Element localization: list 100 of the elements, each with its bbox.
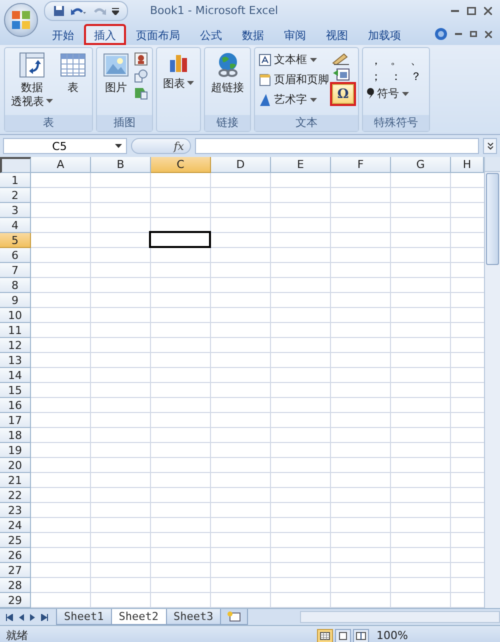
- row-header[interactable]: 15: [0, 383, 31, 398]
- cell-grid[interactable]: [31, 173, 484, 608]
- vertical-scrollbar[interactable]: [484, 157, 500, 608]
- row-header[interactable]: 21: [0, 473, 31, 488]
- column-header[interactable]: G: [391, 157, 451, 173]
- formula-input[interactable]: [195, 138, 479, 154]
- sheet-tab[interactable]: Sheet1: [56, 609, 112, 625]
- row-header[interactable]: 9: [0, 293, 31, 308]
- row-header[interactable]: 22: [0, 488, 31, 503]
- insert-function-button[interactable]: fx: [131, 138, 191, 154]
- row-header[interactable]: 11: [0, 323, 31, 338]
- ribbon-button[interactable]: 文本框: [259, 52, 329, 67]
- ribbon-tab[interactable]: 审阅: [274, 24, 316, 45]
- row-header[interactable]: 26: [0, 548, 31, 563]
- group-label: 链接: [216, 116, 238, 129]
- row-header[interactable]: 3: [0, 203, 31, 218]
- horizontal-scrollbar[interactable]: [300, 611, 500, 623]
- row-header[interactable]: 10: [0, 308, 31, 323]
- row-header[interactable]: 7: [0, 263, 31, 278]
- column-header[interactable]: F: [331, 157, 391, 173]
- ribbon-button[interactable]: 图片: [101, 50, 131, 115]
- symbol-button[interactable]: Ω: [332, 84, 354, 104]
- row-header[interactable]: 6: [0, 248, 31, 263]
- dropdown-caret-icon: [310, 58, 317, 62]
- column-header[interactable]: A: [31, 157, 91, 173]
- symbol-menu-button[interactable]: 符号: [367, 86, 425, 101]
- symbol-button[interactable]: 。: [387, 52, 405, 68]
- row-header[interactable]: 5: [0, 233, 31, 248]
- row-header[interactable]: 28: [0, 578, 31, 593]
- row-header[interactable]: 14: [0, 368, 31, 383]
- ribbon-tab[interactable]: 加载项: [358, 24, 411, 45]
- view-button[interactable]: [334, 628, 351, 642]
- row-header[interactable]: 1: [0, 173, 31, 188]
- ribbon-button[interactable]: 表: [58, 50, 88, 115]
- ribbon-tab[interactable]: 公式: [190, 24, 232, 45]
- view-button[interactable]: [316, 628, 333, 642]
- sheet-tab[interactable]: Sheet2: [110, 609, 166, 625]
- symbol-button[interactable]: ；: [367, 68, 385, 84]
- ribbon-button[interactable]: 数据 透视表: [9, 50, 55, 115]
- ribbon-button[interactable]: 页眉和页脚: [259, 72, 329, 87]
- dropdown-caret-icon: [46, 98, 53, 102]
- close-button[interactable]: [485, 30, 492, 38]
- row-header[interactable]: 18: [0, 428, 31, 443]
- row-header[interactable]: 4: [0, 218, 31, 233]
- ribbon-button[interactable]: 超链接: [209, 50, 246, 115]
- ribbon-icon-button[interactable]: [134, 52, 148, 66]
- row-header[interactable]: 20: [0, 458, 31, 473]
- column-header[interactable]: C: [151, 157, 211, 173]
- column-header[interactable]: D: [211, 157, 271, 173]
- previous-sheet-button[interactable]: [19, 614, 24, 620]
- maximize-button[interactable]: [467, 7, 476, 15]
- ribbon-tab[interactable]: 插入: [84, 24, 126, 45]
- row-header[interactable]: 24: [0, 518, 31, 533]
- ribbon-icon-button[interactable]: [134, 69, 148, 83]
- pivot-table-icon: [19, 52, 45, 78]
- symbol-button[interactable]: ：: [387, 68, 405, 84]
- column-header[interactable]: H: [451, 157, 484, 173]
- ribbon-tab[interactable]: 视图: [316, 24, 358, 45]
- symbol-button[interactable]: ，: [367, 52, 385, 68]
- symbol-button[interactable]: 、: [407, 52, 425, 68]
- row-header[interactable]: 25: [0, 533, 31, 548]
- save-button[interactable]: [53, 5, 65, 17]
- sheet-tab[interactable]: Sheet3: [166, 609, 222, 625]
- row-header[interactable]: 29: [0, 593, 31, 608]
- undo-button[interactable]: [70, 6, 86, 16]
- last-sheet-button[interactable]: [41, 614, 48, 620]
- ribbon-tab[interactable]: 数据: [232, 24, 274, 45]
- expand-formula-button[interactable]: [483, 138, 497, 154]
- row-header[interactable]: 23: [0, 503, 31, 518]
- zoom-level[interactable]: 100%: [376, 629, 408, 642]
- column-header[interactable]: B: [91, 157, 151, 173]
- active-cell-outline: [149, 231, 211, 248]
- office-logo-icon: [11, 10, 31, 30]
- row-header[interactable]: 13: [0, 353, 31, 368]
- row-header[interactable]: 19: [0, 443, 31, 458]
- row-header[interactable]: 27: [0, 563, 31, 578]
- ribbon-icon-button[interactable]: [134, 86, 148, 100]
- name-box[interactable]: C5: [3, 138, 127, 154]
- ribbon-button[interactable]: 图表: [161, 50, 196, 131]
- view-button[interactable]: [352, 628, 369, 642]
- row-header[interactable]: 17: [0, 413, 31, 428]
- first-sheet-button[interactable]: [6, 614, 13, 620]
- ribbon-tab[interactable]: 开始: [42, 24, 84, 45]
- row-header[interactable]: 2: [0, 188, 31, 203]
- next-sheet-button[interactable]: [30, 614, 35, 620]
- ribbon-button[interactable]: 艺术字: [259, 92, 329, 107]
- symbol-button[interactable]: ？: [407, 68, 425, 84]
- group-label: 文本: [296, 116, 318, 129]
- ribbon-tab[interactable]: 页面布局: [126, 24, 190, 45]
- row-header[interactable]: 12: [0, 338, 31, 353]
- restore-button[interactable]: [470, 31, 477, 37]
- select-all-button[interactable]: [0, 157, 31, 173]
- close-button[interactable]: [484, 7, 492, 15]
- insert-sheet-button[interactable]: [220, 609, 248, 625]
- column-header[interactable]: E: [271, 157, 331, 173]
- customize-button[interactable]: [112, 8, 119, 14]
- row-header[interactable]: 16: [0, 398, 31, 413]
- help-button[interactable]: [435, 28, 447, 40]
- office-button[interactable]: [4, 3, 38, 37]
- row-header[interactable]: 8: [0, 278, 31, 293]
